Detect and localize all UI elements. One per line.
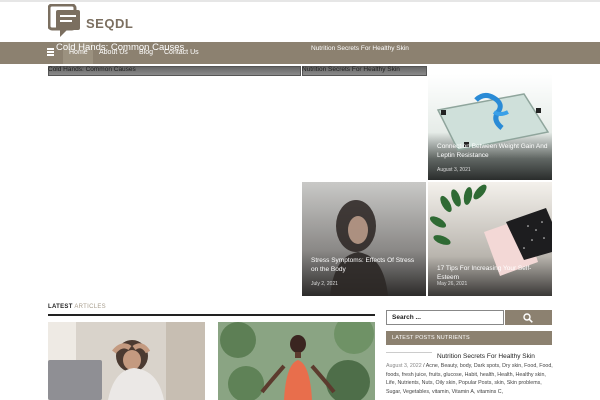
featured-card-weight-gain[interactable]: Connection Between Weight Gain And Lepti… bbox=[428, 74, 552, 180]
nav-item-blog[interactable]: Blog bbox=[139, 49, 153, 56]
section-divider bbox=[48, 314, 375, 316]
main-navbar: Cold Hands: Common Causes Home About Us … bbox=[0, 42, 600, 64]
featured-card-title[interactable]: 17 Tips For Increasing Your Self-Esteem bbox=[437, 264, 549, 282]
nav-item-home[interactable]: Home bbox=[69, 49, 88, 56]
latest-posts-heading: LATEST POSTS NUTRIENTS bbox=[392, 335, 470, 341]
ticker-link-left[interactable]: Cold Hands: Common Causes bbox=[48, 66, 136, 73]
latest-articles-heading-muted: ARTICLES bbox=[72, 304, 106, 310]
featured-card-title[interactable]: Stress Symptoms: Effects Of Stress on th… bbox=[311, 256, 421, 274]
latest-post-title[interactable]: Nutrition Secrets For Healthy Skin bbox=[437, 353, 535, 360]
scale-image bbox=[428, 74, 552, 180]
ticker-link-right[interactable]: Nutrition Secrets For Healthy Skin bbox=[302, 66, 400, 73]
featured-card-date: August 3, 2021 bbox=[437, 167, 471, 173]
search-button[interactable] bbox=[505, 310, 552, 325]
article-thumbnail-stress[interactable] bbox=[48, 322, 205, 400]
search-icon bbox=[523, 313, 533, 323]
top-border bbox=[0, 0, 600, 2]
nav-item-contact-us[interactable]: Contact Us bbox=[164, 49, 199, 56]
search-placeholder: Search ... bbox=[392, 314, 421, 321]
latest-post-date: August 3, 2022 bbox=[386, 363, 422, 369]
latest-articles-heading-strong: LATEST bbox=[48, 304, 73, 310]
featured-card-stress[interactable]: Stress Symptoms: Effects Of Stress on th… bbox=[302, 182, 426, 296]
yoga-woman-image bbox=[218, 322, 375, 400]
logo-icon[interactable] bbox=[48, 4, 82, 38]
brand-name[interactable]: SEQDL bbox=[86, 16, 133, 31]
nav-item-about-us[interactable]: About Us bbox=[99, 49, 128, 56]
nav-featured-title-right[interactable]: Nutrition Secrets For Healthy Skin bbox=[311, 45, 409, 52]
featured-card-title[interactable]: Connection Between Weight Gain And Lepti… bbox=[437, 142, 549, 160]
featured-card-self-esteem[interactable]: 17 Tips For Increasing Your Self-Esteem … bbox=[428, 182, 552, 296]
latest-post-meta: August 3, 2022 / Acne, Beauty, body, Dar… bbox=[386, 362, 556, 396]
post-divider bbox=[386, 352, 432, 353]
stressed-person-image bbox=[48, 322, 205, 400]
latest-articles-heading: LATEST ARTICLES bbox=[48, 304, 106, 310]
hamburger-menu-icon[interactable] bbox=[47, 48, 54, 56]
article-thumbnail-yoga[interactable] bbox=[218, 322, 375, 400]
featured-card-date: May 26, 2021 bbox=[437, 281, 468, 287]
featured-card-date: July 2, 2021 bbox=[311, 281, 338, 287]
stressed-woman-image bbox=[302, 182, 426, 296]
